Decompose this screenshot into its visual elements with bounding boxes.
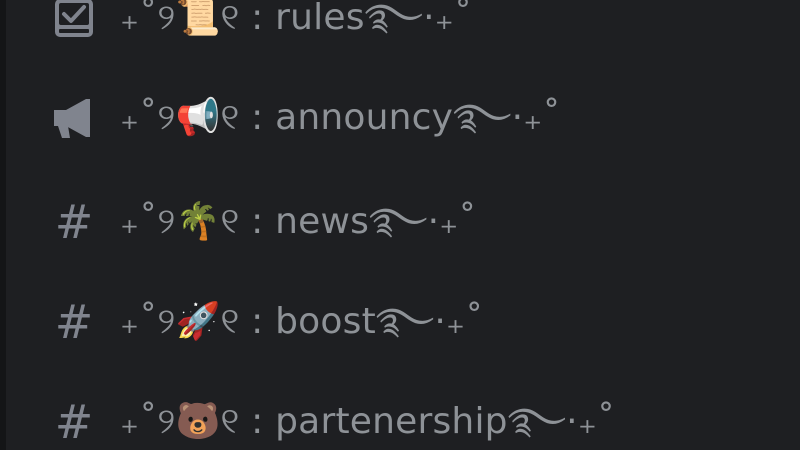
rules-checklist-icon	[50, 0, 98, 68]
channel-item-rules[interactable]: ₊˚୨📜୧ : rules࿐·₊˚	[0, 0, 800, 68]
channel-name-partenership: ₊˚୨🐻୧ : partenership࿐·₊˚	[120, 401, 616, 442]
channel-item-boost[interactable]: # ₊˚୨🚀୧ : boost࿐·₊˚	[0, 272, 800, 372]
hash-icon: #	[54, 395, 94, 449]
channel-name-rules: ₊˚୨📜୧ : rules࿐·₊˚	[120, 0, 473, 38]
channel-list: ₊˚୨📜୧ : rules࿐·₊˚ ₊˚୨📢୧ : announcy࿐·₊˚ #…	[0, 0, 800, 450]
hash-icon: #	[54, 295, 94, 349]
channel-item-partenership[interactable]: # ₊˚୨🐻୧ : partenership࿐·₊˚	[0, 372, 800, 450]
hash-icon: #	[54, 195, 94, 249]
channel-name-news: ₊˚୨🌴୧ : news࿐·₊˚	[120, 201, 477, 242]
channel-name-announcy: ₊˚୨📢୧ : announcy࿐·₊˚	[120, 97, 561, 138]
channel-item-news[interactable]: # ₊˚୨🌴୧ : news࿐·₊˚	[0, 172, 800, 272]
channel-item-announcy[interactable]: ₊˚୨📢୧ : announcy࿐·₊˚	[0, 68, 800, 168]
channel-name-boost: ₊˚୨🚀୧ : boost࿐·₊˚	[120, 301, 484, 342]
megaphone-icon	[50, 68, 98, 168]
